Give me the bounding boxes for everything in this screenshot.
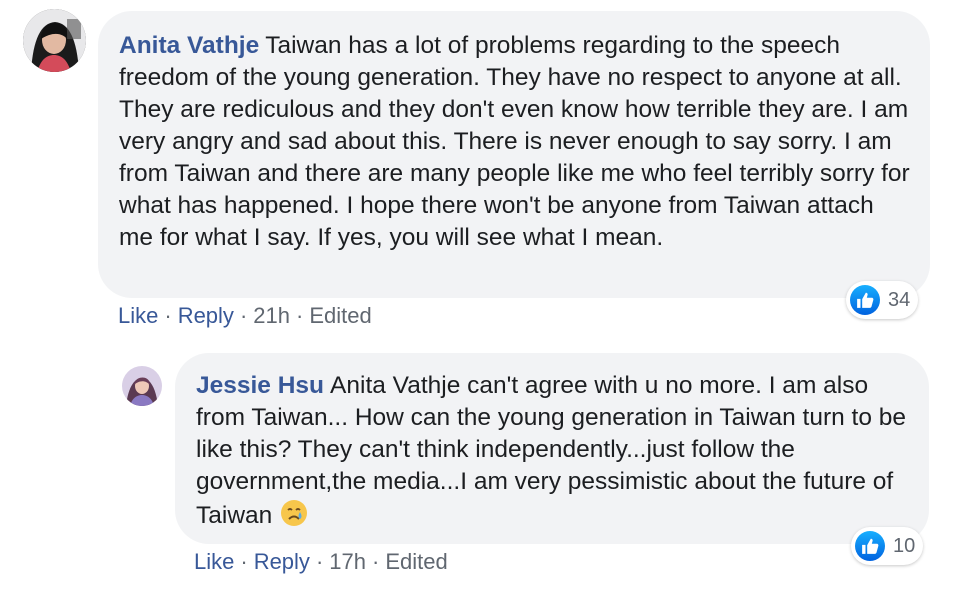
separator-dot: · (295, 303, 304, 328)
reaction-count: 10 (893, 534, 916, 557)
crying-face-emoji (279, 498, 309, 528)
reaction-badge[interactable]: 34 (846, 281, 919, 319)
like-link[interactable]: Like (118, 303, 158, 328)
comment-author[interactable]: Anita Vathje (119, 32, 259, 59)
separator-dot: · (371, 549, 380, 574)
profile-photo (23, 9, 86, 72)
reply-link[interactable]: Reply (178, 303, 234, 328)
comment-actions: Like · Reply · 21h · Edited (118, 303, 372, 329)
comment-text: Jessie Hsu Anita Vathje can't agree with … (196, 370, 911, 532)
comment-body: Taiwan has a lot of problems regarding t… (119, 32, 910, 251)
reply-link[interactable]: Reply (254, 549, 310, 574)
timestamp[interactable]: 21h (253, 303, 290, 328)
comment-author[interactable]: Jessie Hsu (196, 372, 324, 399)
timestamp[interactable]: 17h (329, 549, 366, 574)
comment-bubble-jessie: Jessie Hsu Anita Vathje can't agree with … (175, 353, 929, 544)
separator-dot: · (315, 549, 324, 574)
avatar-jessie[interactable] (122, 366, 162, 406)
edited-label[interactable]: Edited (309, 303, 371, 328)
reaction-count: 34 (888, 288, 911, 311)
separator-dot: · (239, 303, 248, 328)
comment-text: Anita Vathje Taiwan has a lot of problems… (119, 30, 910, 254)
like-link[interactable]: Like (194, 549, 234, 574)
profile-photo (122, 366, 162, 406)
comment-actions: Like · Reply · 17h · Edited (194, 549, 448, 575)
reaction-badge[interactable]: 10 (851, 527, 924, 565)
like-icon (855, 531, 885, 561)
edited-label[interactable]: Edited (385, 549, 447, 574)
like-icon (850, 285, 880, 315)
comment-bubble-anita: Anita Vathje Taiwan has a lot of problems… (98, 11, 930, 298)
avatar-anita[interactable] (23, 9, 86, 72)
separator-dot: · (240, 549, 248, 574)
separator-dot: · (164, 303, 172, 328)
